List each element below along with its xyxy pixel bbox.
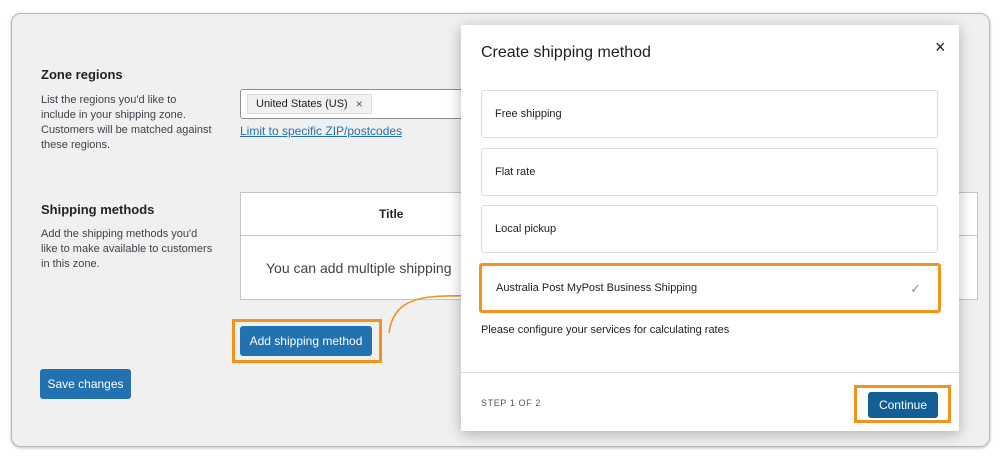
option-label: Flat rate	[495, 166, 536, 178]
option-australia-post[interactable]: Australia Post MyPost Business Shipping …	[479, 263, 941, 313]
continue-button[interactable]: Continue	[868, 392, 938, 418]
checkmark-icon: ✓	[910, 281, 921, 296]
modal-footer: STEP 1 OF 2 Continue	[461, 372, 959, 431]
option-label: Australia Post MyPost Business Shipping	[496, 282, 698, 294]
option-label: Free shipping	[495, 108, 562, 120]
option-local-pickup[interactable]: Local pickup	[481, 205, 938, 253]
create-shipping-method-modal: Create shipping method × Free shipping F…	[461, 25, 959, 431]
option-flat-rate[interactable]: Flat rate	[481, 148, 938, 196]
option-label: Local pickup	[495, 223, 557, 235]
config-note: Please configure your services for calcu…	[481, 324, 730, 336]
modal-title: Create shipping method	[481, 44, 651, 61]
step-indicator: STEP 1 OF 2	[481, 398, 541, 408]
option-free-shipping[interactable]: Free shipping	[481, 90, 938, 138]
close-icon[interactable]: ×	[935, 38, 946, 56]
